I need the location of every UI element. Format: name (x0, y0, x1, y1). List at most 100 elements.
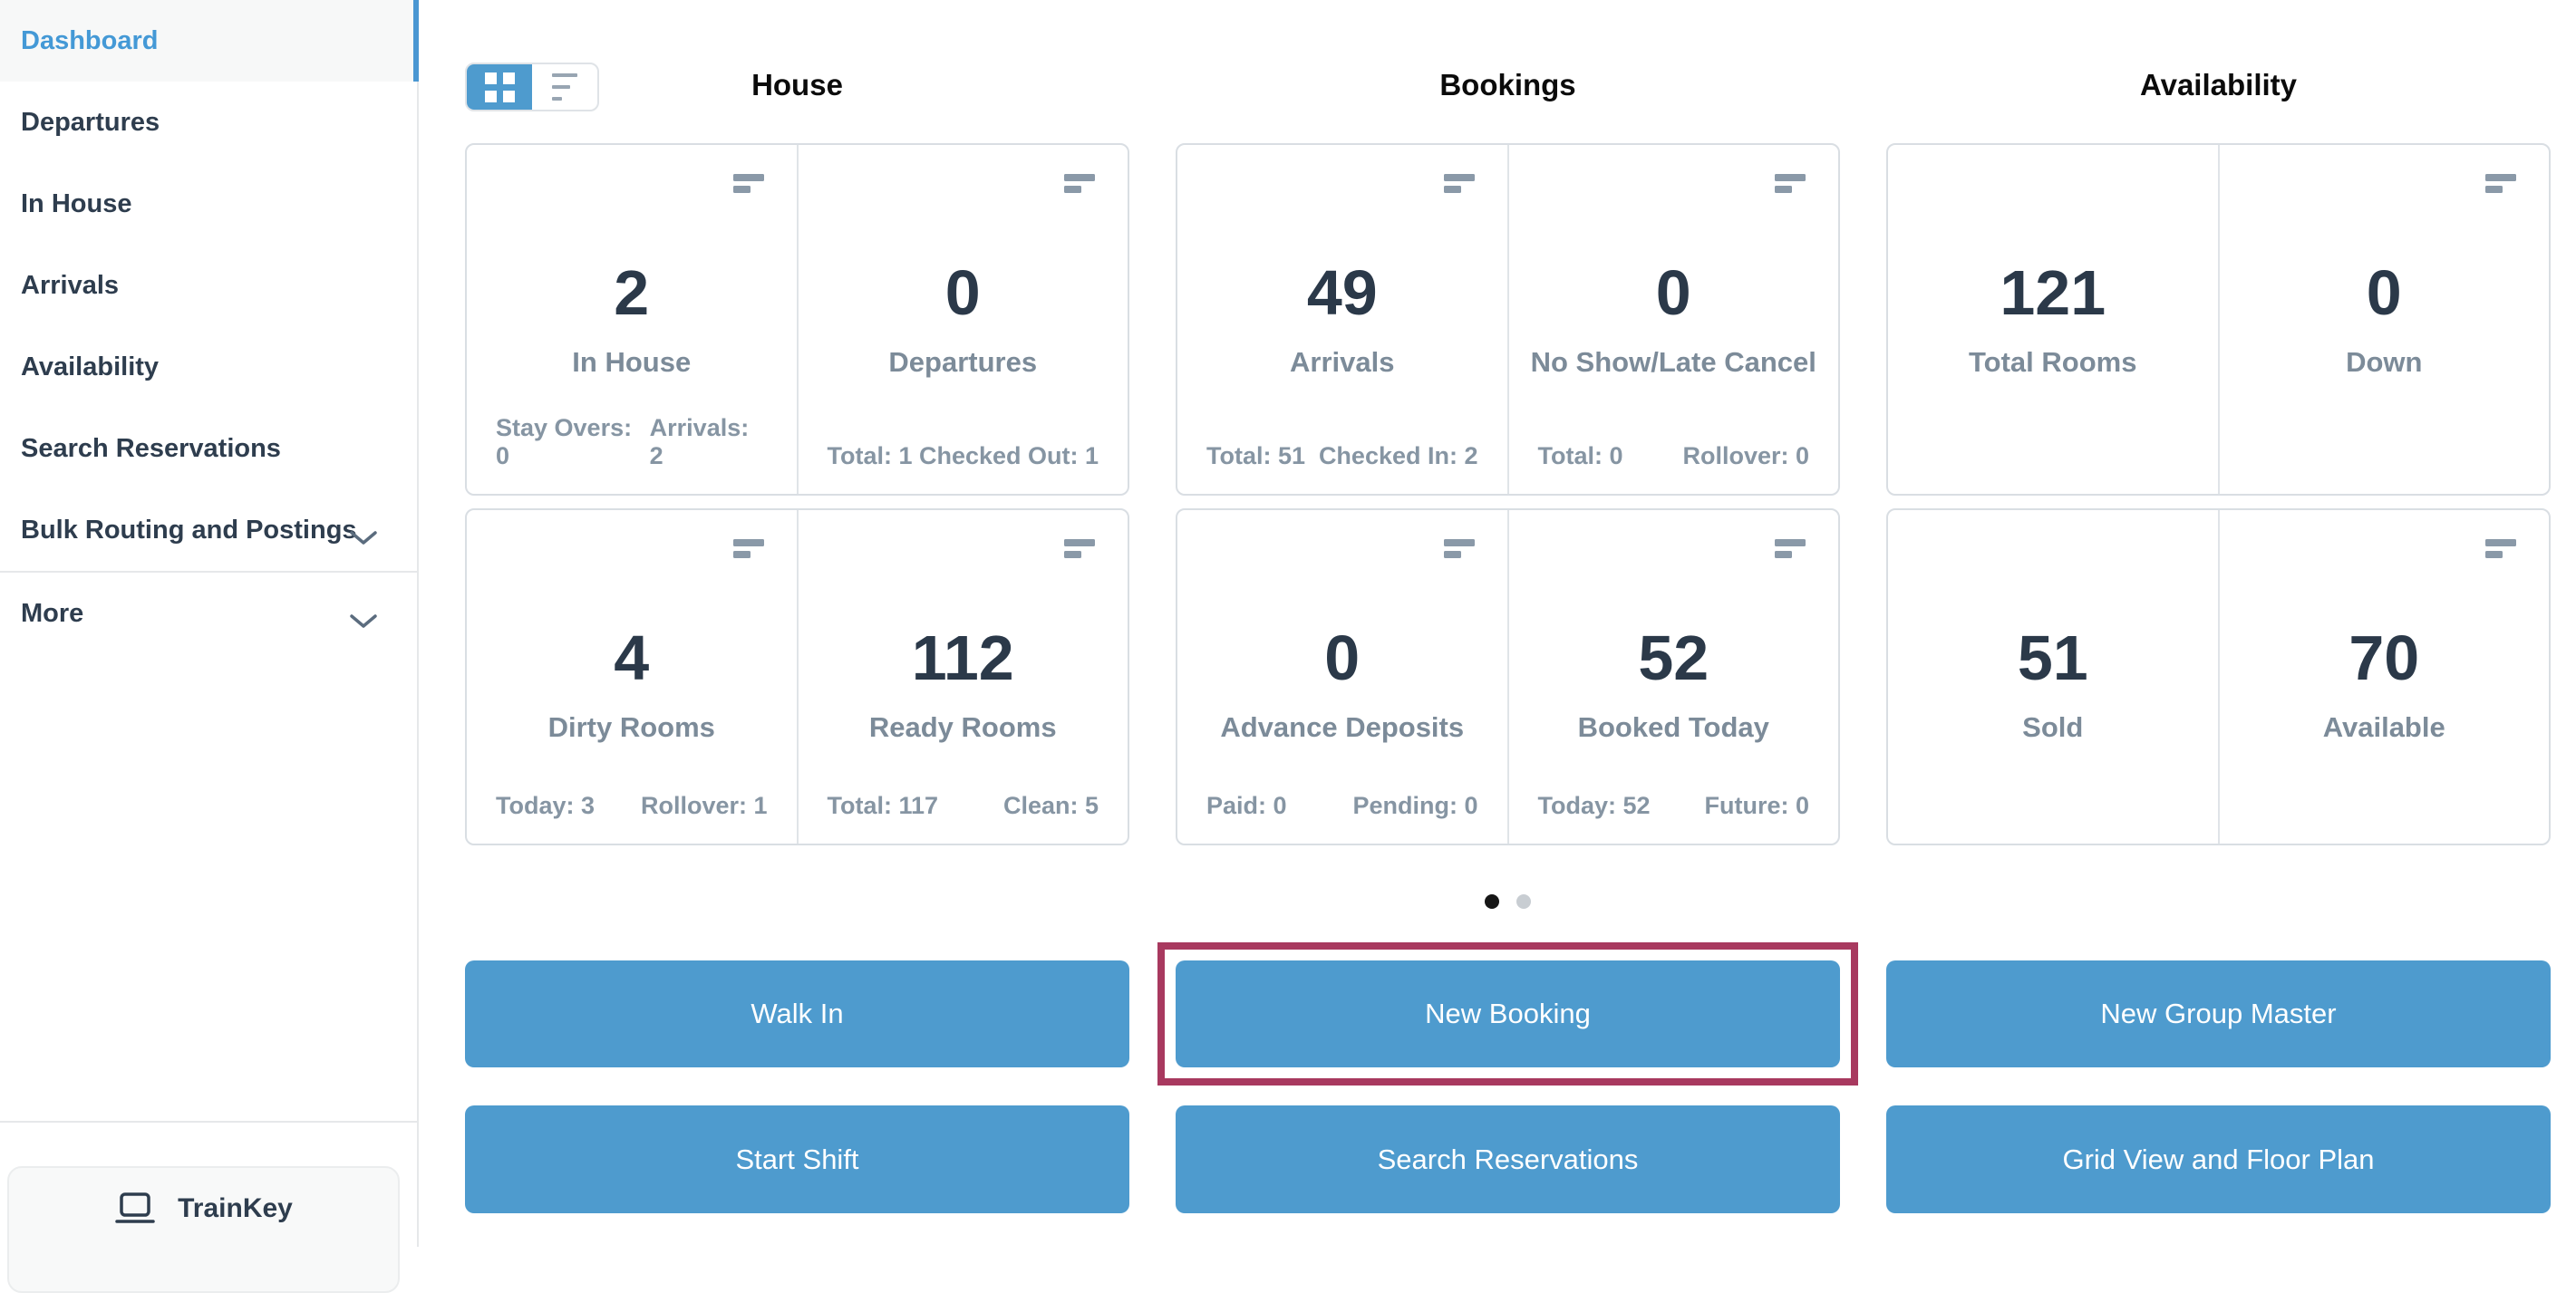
tile-total-rooms[interactable]: 121 Total Rooms (1888, 145, 2218, 494)
filter-bars-icon[interactable] (2485, 539, 2516, 558)
tile-stat-right: Future: 0 (1704, 792, 1809, 819)
tile-label: Available (2322, 711, 2445, 743)
tile-stat-right: Checked In: 2 (1318, 442, 1478, 469)
tile-value: 51 (2017, 622, 2088, 693)
tile-label: Dirty Rooms (547, 711, 715, 743)
trainkey-label: TrainKey (178, 1193, 293, 1223)
tile-down[interactable]: 0 Down (2217, 145, 2550, 494)
grid-view-floor-plan-button[interactable]: Grid View and Floor Plan (1886, 1105, 2551, 1213)
tile-arrivals[interactable]: 49 Arrivals Total: 51 Checked In: 2 (1177, 145, 1507, 494)
tile-booked-today[interactable]: 52 Booked Today Today: 52 Future: 0 (1506, 510, 1839, 844)
sidebar-item-label: Dashboard (21, 25, 159, 55)
carousel-dot-2[interactable] (1516, 894, 1531, 909)
tile-label: Down (2346, 346, 2423, 378)
filter-bars-icon[interactable] (1775, 174, 1806, 193)
tile-available[interactable]: 70 Available (2217, 510, 2550, 844)
filter-bars-icon[interactable] (1775, 539, 1806, 558)
start-shift-button[interactable]: Start Shift (465, 1105, 1129, 1213)
tile-stat-left: Paid: 0 (1206, 792, 1287, 819)
tile-value: 52 (1638, 622, 1709, 693)
tile-dirty-rooms[interactable]: 4 Dirty Rooms Today: 3 Rollover: 1 (467, 510, 797, 844)
house-row-2-card: 4 Dirty Rooms Today: 3 Rollover: 1 112 R… (465, 508, 1129, 845)
tile-departures[interactable]: 0 Departures Total: 1 Checked Out: 1 (796, 145, 1128, 494)
tile-value: 2 (614, 257, 650, 328)
sidebar-item-search-reservations[interactable]: Search Reservations (0, 408, 417, 489)
sidebar-item-dashboard[interactable]: Dashboard (0, 0, 419, 82)
filter-bars-icon[interactable] (732, 174, 764, 193)
tile-stat-left: Today: 3 (496, 792, 596, 819)
availability-row-1-card: 121 Total Rooms 0 Down (1886, 143, 2551, 496)
sidebar-bottom-divider (0, 1121, 417, 1123)
tile-advance-deposits[interactable]: 0 Advance Deposits Paid: 0 Pending: 0 (1177, 510, 1507, 844)
section-title-availability: Availability (2139, 68, 2297, 101)
sidebar-item-label: Departures (21, 107, 160, 137)
sidebar-item-bulk-routing-and-postings[interactable]: Bulk Routing and Postings (0, 489, 417, 571)
tile-stat-left: Total: 0 (1537, 442, 1623, 469)
tile-label: No Show/Late Cancel (1530, 346, 1816, 378)
tile-stat-left: Today: 52 (1537, 792, 1651, 819)
bookings-row-2-card: 0 Advance Deposits Paid: 0 Pending: 0 52… (1176, 508, 1840, 845)
sidebar-item-label: More (21, 598, 84, 628)
tile-label: Total Rooms (1969, 346, 2137, 378)
sidebar-item-label: Availability (21, 352, 160, 381)
sidebar-item-label: Bulk Routing and Postings (21, 515, 357, 545)
filter-bars-icon[interactable] (732, 539, 764, 558)
filter-bars-icon[interactable] (1064, 539, 1095, 558)
tile-stat-right: Checked Out: 1 (918, 442, 1099, 469)
tile-value: 112 (911, 622, 1014, 693)
tile-value: 70 (2348, 622, 2420, 693)
section-title-house: House (751, 68, 843, 101)
sidebar-item-label: In House (21, 188, 132, 218)
sidebar-item-more[interactable]: More (0, 573, 417, 654)
tile-ready-rooms[interactable]: 112 Ready Rooms Total: 117 Clean: 5 (796, 510, 1128, 844)
walk-in-button[interactable]: Walk In (465, 960, 1129, 1067)
tile-stat-left: Total: 1 (827, 442, 913, 469)
tile-label: Arrivals (1290, 346, 1395, 378)
tile-value: 4 (614, 622, 650, 693)
tile-stat-left: Total: 51 (1206, 442, 1306, 469)
tile-label: Ready Rooms (868, 711, 1057, 743)
new-booking-button[interactable]: New Booking (1176, 960, 1840, 1067)
tile-value: 0 (2366, 257, 2402, 328)
tile-stat-right: Pending: 0 (1352, 792, 1478, 819)
sidebar-item-arrivals[interactable]: Arrivals (0, 245, 417, 326)
bookings-row-1-card: 49 Arrivals Total: 51 Checked In: 2 0 No… (1176, 143, 1840, 496)
filter-bars-icon[interactable] (2485, 174, 2516, 193)
trainkey-button[interactable]: TrainKey (7, 1166, 400, 1293)
tile-label: Booked Today (1577, 711, 1769, 743)
tile-value: 0 (1324, 622, 1361, 693)
filter-bars-icon[interactable] (1064, 174, 1095, 193)
tile-label: Departures (888, 346, 1038, 378)
search-reservations-button[interactable]: Search Reservations (1176, 1105, 1840, 1213)
quick-action-buttons: Walk In New Booking New Group Master Sta… (465, 942, 2551, 1213)
availability-row-2-card: 51 Sold 70 Available (1886, 508, 2551, 845)
carousel-dot-1[interactable] (1485, 894, 1500, 909)
filter-bars-icon[interactable] (1443, 539, 1475, 558)
dashboard-tile-grid: 2 In House Stay Overs: 0 Arrivals: 2 0 D… (465, 143, 2551, 845)
tile-value: 0 (1655, 257, 1691, 328)
main-content: House Bookings Availability 2 In House S… (419, 0, 2576, 1247)
tile-label: In House (572, 346, 692, 378)
tile-label: Sold (2022, 711, 2084, 743)
new-group-master-button[interactable]: New Group Master (1886, 960, 2551, 1067)
sidebar-item-label: Search Reservations (21, 433, 281, 463)
tile-in-house[interactable]: 2 In House Stay Overs: 0 Arrivals: 2 (467, 145, 797, 494)
filter-bars-icon[interactable] (1443, 174, 1475, 193)
chevron-down-icon (350, 606, 377, 636)
tile-stat-right: Arrivals: 2 (649, 414, 750, 469)
sidebar-item-in-house[interactable]: In House (0, 163, 417, 245)
house-row-1-card: 2 In House Stay Overs: 0 Arrivals: 2 0 D… (465, 143, 1129, 496)
sidebar-item-label: Arrivals (21, 270, 120, 300)
tile-stat-right: Clean: 5 (1002, 792, 1099, 819)
tile-sold[interactable]: 51 Sold (1888, 510, 2218, 844)
tile-value: 121 (2000, 257, 2106, 328)
section-title-bookings: Bookings (1439, 68, 1576, 101)
tile-stat-left: Stay Overs: 0 (496, 414, 633, 469)
sidebar-item-departures[interactable]: Departures (0, 82, 417, 163)
tile-stat-left: Total: 117 (827, 792, 939, 819)
laptop-icon (114, 1192, 156, 1230)
tile-label: Advance Deposits (1220, 711, 1465, 743)
sidebar-item-availability[interactable]: Availability (0, 326, 417, 408)
sidebar: Dashboard Departures In House Arrivals A… (0, 0, 419, 1293)
tile-no-show-late-cancel[interactable]: 0 No Show/Late Cancel Total: 0 Rollover:… (1506, 145, 1839, 494)
